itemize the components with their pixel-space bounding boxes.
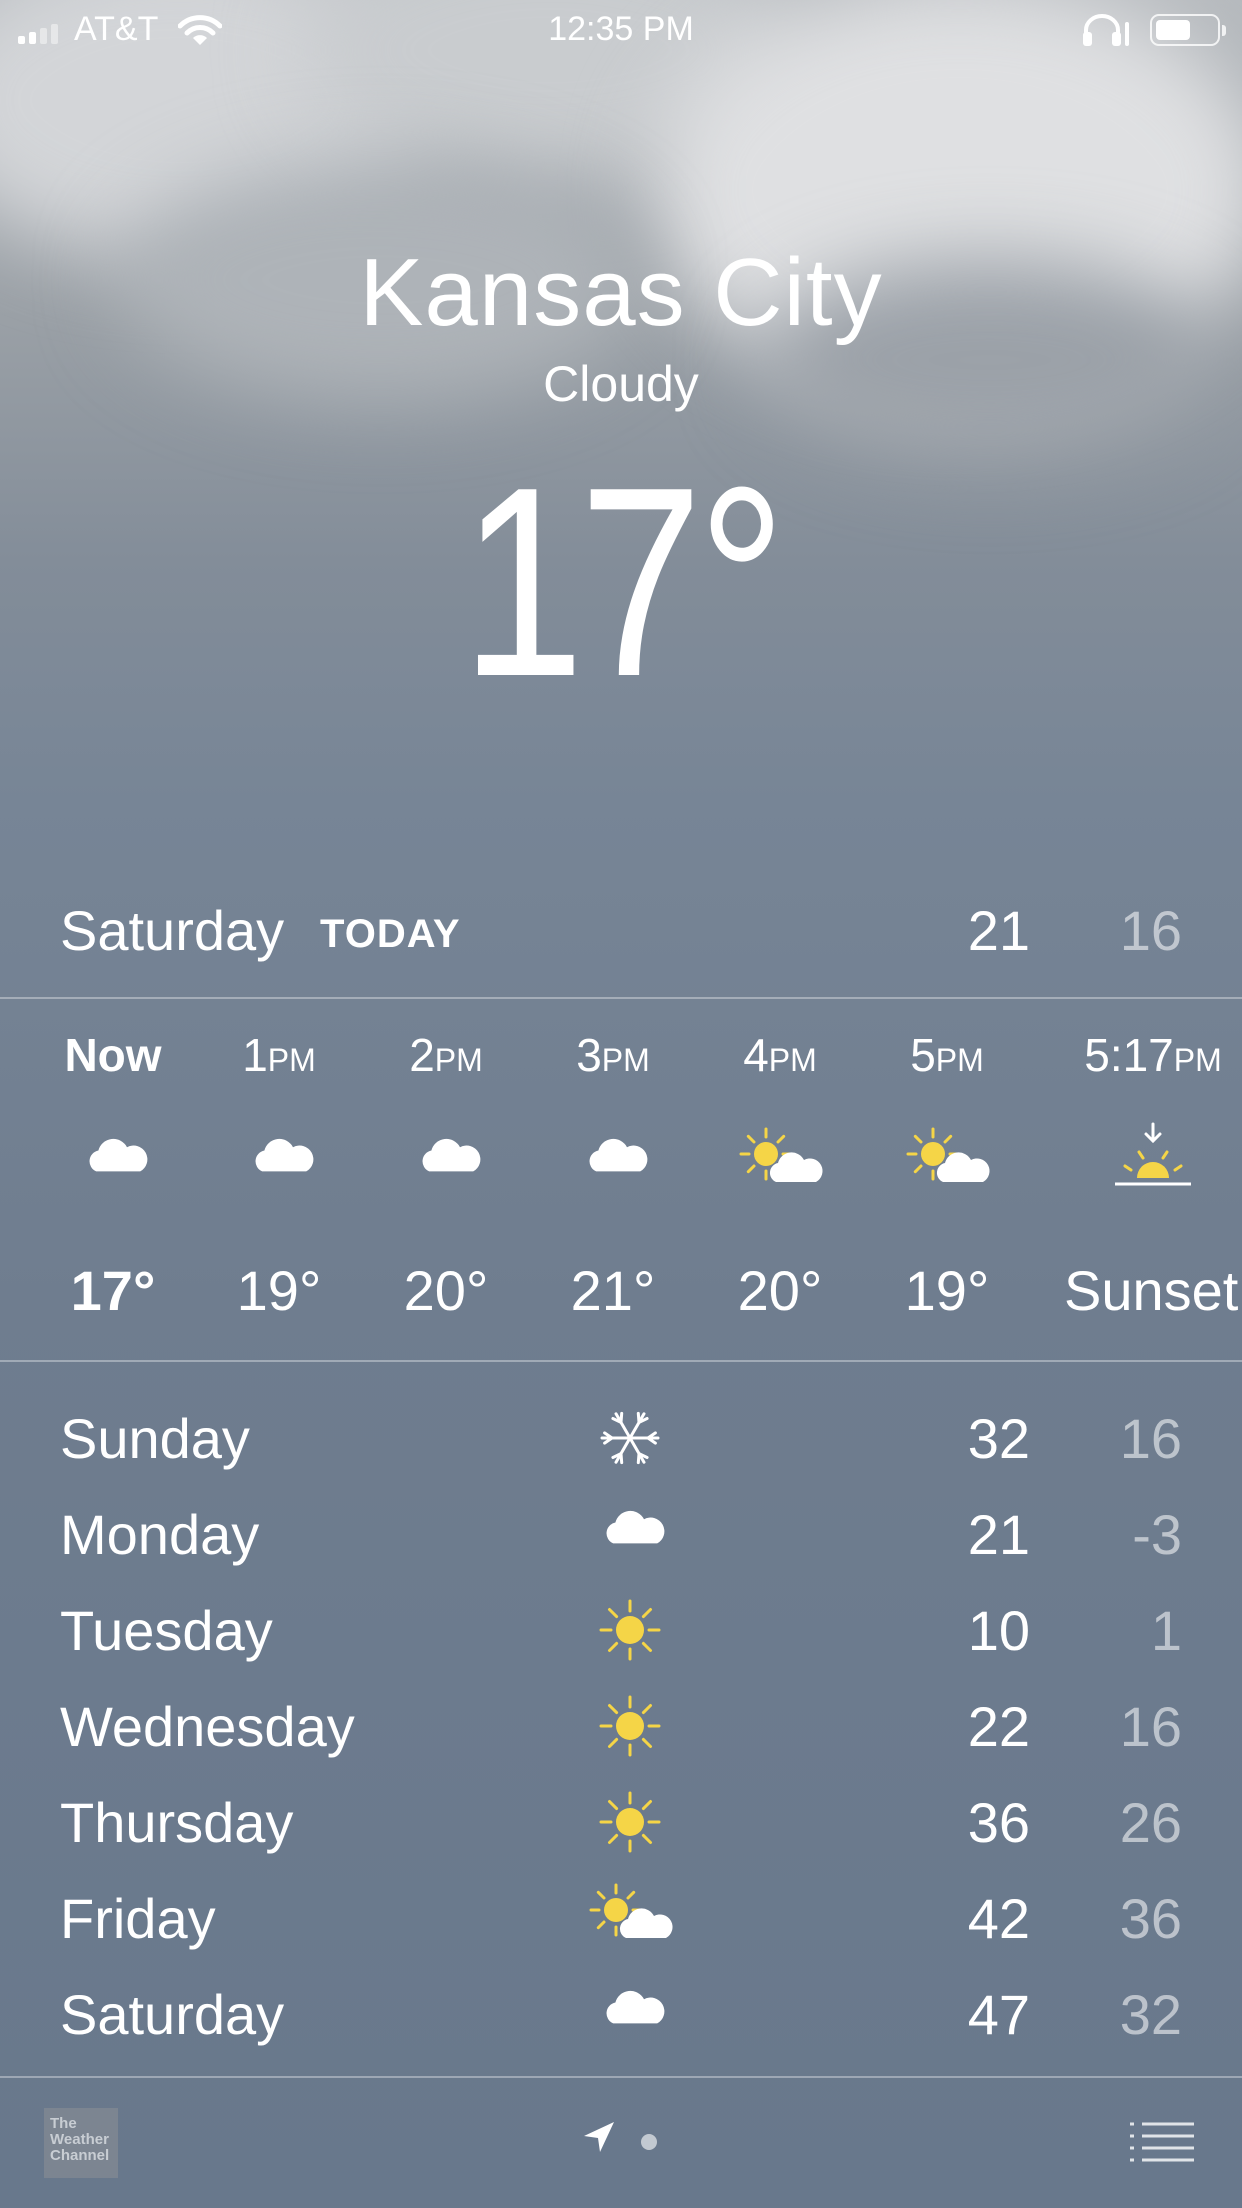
hour-temp: 19°: [236, 1259, 322, 1322]
cloud-icon: [30, 1122, 196, 1202]
day-name: Wednesday: [60, 1695, 355, 1758]
day-low: 36: [1119, 1887, 1182, 1950]
cloud-icon: [530, 1122, 696, 1202]
hour-temp: 20°: [737, 1259, 823, 1322]
daily-forecast: Sunday 32 16 Monday 21 -3 Tuesday 10 1 W…: [60, 1398, 1182, 2070]
day-low: 16: [1119, 1695, 1182, 1758]
day-low: -3: [1132, 1503, 1182, 1566]
day-name: Friday: [60, 1887, 216, 1950]
sun-icon: [580, 1686, 680, 1766]
list-item: Tuesday 10 1: [60, 1590, 1182, 1686]
day-low: 32: [1119, 1983, 1182, 2046]
today-summary: Saturday TODAY 21 16: [60, 898, 1182, 962]
day-low: 1: [1150, 1599, 1182, 1662]
today-high: 21: [967, 899, 1030, 962]
partly-sunny-icon: [864, 1122, 1030, 1202]
footer-toolbar: The Weather Channel: [0, 2078, 1242, 2208]
day-name: Thursday: [60, 1791, 294, 1854]
today-day: Saturday: [60, 899, 285, 962]
list-item: Sunday 32 16: [60, 1398, 1182, 1494]
hour-time: 4PM: [743, 1029, 817, 1081]
hour-temp: 21°: [570, 1259, 656, 1322]
location-arrow-icon[interactable]: [580, 2118, 620, 2158]
list-item: Thursday 36 26: [60, 1782, 1182, 1878]
current-temperature: 17°: [460, 432, 786, 733]
hour-temp: Sunset: [1064, 1259, 1239, 1322]
cloud-icon: [580, 1974, 680, 2054]
hour-time: 2PM: [409, 1029, 483, 1081]
hour-time: Now: [64, 1029, 162, 1081]
sun-icon: [580, 1782, 680, 1862]
list-item: Monday 21 -3: [60, 1494, 1182, 1590]
hour-time: 3PM: [576, 1029, 650, 1081]
day-high: 47: [967, 1983, 1030, 2046]
day-low: 16: [1119, 1407, 1182, 1470]
list-item: Wednesday 22 16: [60, 1686, 1182, 1782]
status-bar: AT&T 12:35 PM: [0, 0, 1242, 62]
hourly-forecast[interactable]: Now 17° 1PM 19° 2PM 20° 3PM 21° 4PM 20° …: [0, 1000, 1242, 1360]
day-name: Saturday: [60, 1983, 285, 2046]
day-high: 36: [967, 1791, 1030, 1854]
weather-channel-logo[interactable]: The Weather Channel: [44, 2108, 118, 2178]
day-high: 10: [967, 1599, 1030, 1662]
day-high: 32: [967, 1407, 1030, 1470]
status-time: 12:35 PM: [548, 10, 694, 48]
partly-sunny-icon: [580, 1878, 680, 1958]
snowflake-icon: [580, 1398, 680, 1478]
list-item: Friday 42 36: [60, 1878, 1182, 1974]
list-item: Saturday 47 32: [60, 1974, 1182, 2070]
hour-temp: 17°: [70, 1259, 156, 1322]
hour-temp: 19°: [904, 1259, 990, 1322]
sunset-icon: [1070, 1122, 1236, 1202]
hour-time: 1PM: [242, 1029, 316, 1081]
list-icon[interactable]: [1128, 2120, 1196, 2164]
day-high: 21: [967, 1503, 1030, 1566]
sun-icon: [580, 1590, 680, 1670]
divider: [0, 1360, 1242, 1362]
partly-sunny-icon: [697, 1122, 863, 1202]
headphones-icon: [1083, 14, 1129, 46]
today-label: TODAY: [320, 912, 461, 956]
divider: [0, 997, 1242, 999]
page-indicator-dot[interactable]: [641, 2134, 657, 2150]
cloud-icon: [363, 1122, 529, 1202]
day-name: Sunday: [60, 1407, 250, 1470]
day-low: 26: [1119, 1791, 1182, 1854]
hour-temp: 20°: [403, 1259, 489, 1322]
day-high: 42: [967, 1887, 1030, 1950]
current-condition: Cloudy: [543, 356, 699, 412]
battery-icon: [1150, 14, 1226, 46]
cloud-icon: [196, 1122, 362, 1202]
day-name: Monday: [60, 1503, 260, 1566]
hour-time: 5PM: [910, 1029, 984, 1081]
hour-time: 5:17PM: [1084, 1029, 1222, 1081]
today-low: 16: [1119, 899, 1182, 962]
day-high: 22: [967, 1695, 1030, 1758]
city-name: Kansas City: [359, 239, 883, 346]
cloud-icon: [580, 1494, 680, 1574]
day-name: Tuesday: [60, 1599, 273, 1662]
